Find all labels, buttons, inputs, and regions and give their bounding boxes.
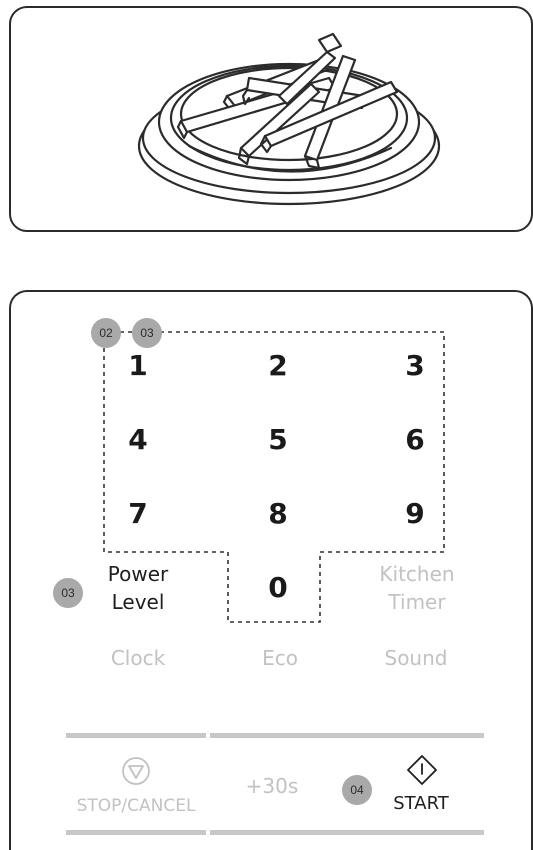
stop-cancel-button[interactable]: STOP/CANCEL [62,754,210,824]
fries-on-plate-illustration [137,32,441,206]
power-level-label-line1: Power [107,562,169,586]
kitchen-timer-label-line1: Kitchen [379,562,455,586]
key-7[interactable]: 7 [118,494,158,534]
key-8[interactable]: 8 [258,494,298,534]
key-2[interactable]: 2 [258,346,298,386]
callout-badge-03-keypad: 03 [132,318,162,348]
kitchen-timer-label-line2: Timer [388,590,446,614]
clock-button[interactable]: Clock [90,646,186,670]
callout-badge-02: 02 [91,318,121,348]
sound-button[interactable]: Sound [368,646,464,670]
key-0[interactable]: 0 [258,568,298,608]
start-label: START [393,793,449,814]
stop-cancel-label: STOP/CANCEL [76,796,196,816]
key-6[interactable]: 6 [395,420,435,460]
start-button[interactable]: START [376,752,466,822]
divider-bottom-left [66,830,206,835]
start-diamond-icon [407,755,437,785]
key-4[interactable]: 4 [118,420,158,460]
stop-triangle-icon [122,757,150,785]
divider-bottom-right [210,830,484,835]
illustration-panel [9,6,533,232]
divider-top-left [66,733,206,738]
key-3[interactable]: 3 [395,346,435,386]
key-9[interactable]: 9 [395,494,435,534]
key-1[interactable]: 1 [118,346,158,386]
eco-button[interactable]: Eco [240,646,320,670]
key-5[interactable]: 5 [258,420,298,460]
power-level-label-line2: Level [111,590,165,614]
kitchen-timer-button[interactable]: Kitchen Timer [362,562,472,618]
divider-top-right [210,733,484,738]
plus-30s-button[interactable]: +30s [232,774,312,798]
callout-badge-03-power: 03 [53,578,83,608]
power-level-button[interactable]: Power Level [88,562,188,618]
callout-badge-04: 04 [342,775,372,805]
